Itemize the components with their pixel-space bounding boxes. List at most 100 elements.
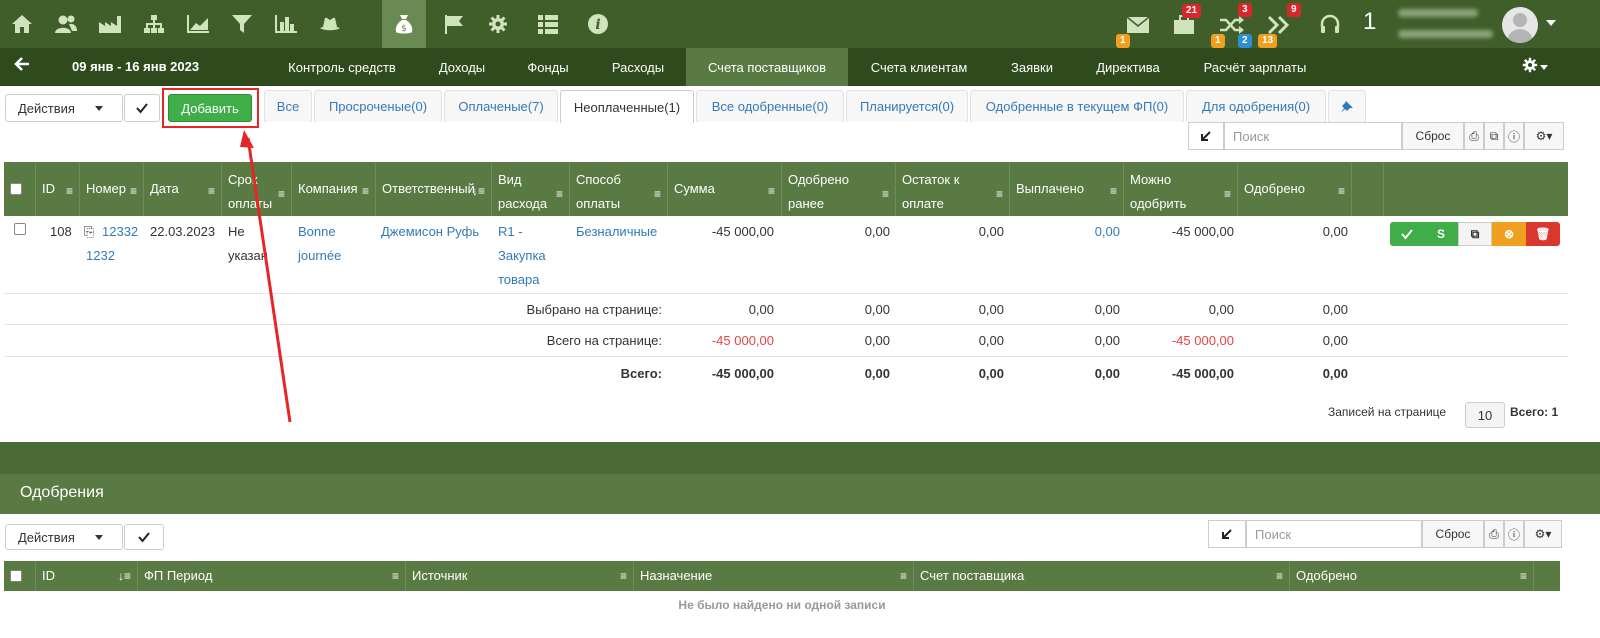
col-paid[interactable]: Выплачено ≡ bbox=[1010, 162, 1124, 216]
approvals-apply-button[interactable] bbox=[124, 524, 164, 550]
appr-col-period[interactable]: ФП Период ≡ bbox=[138, 561, 406, 591]
avatar[interactable] bbox=[1502, 7, 1538, 43]
column-menu-icon[interactable]: ≡ bbox=[1338, 179, 1345, 203]
column-menu-icon[interactable]: ≡ bbox=[996, 182, 1003, 206]
nav-client-bills[interactable]: Счета клиентам bbox=[856, 48, 982, 86]
info-circle-icon[interactable]: ⓘ bbox=[1504, 520, 1524, 548]
trash-icon[interactable]: 🗑 bbox=[1526, 222, 1560, 246]
appr-col-supplier-bill[interactable]: Счет поставщика ≡ bbox=[914, 561, 1290, 591]
row-responsible-link[interactable]: Джемисон Руфь bbox=[381, 220, 479, 244]
approve-button[interactable] bbox=[1390, 222, 1424, 246]
col-approved-before[interactable]: Одобрено ранее ≡ bbox=[782, 162, 896, 216]
row-expense-link-3[interactable]: товара bbox=[498, 268, 540, 292]
reset-button[interactable]: Сброс bbox=[1402, 122, 1464, 150]
print-icon[interactable]: ⎙ bbox=[1484, 520, 1504, 548]
col-payment-method[interactable]: Способ оплаты ≡ bbox=[570, 162, 668, 216]
col-number[interactable]: Номер ≡ bbox=[80, 162, 144, 216]
filter-icon[interactable] bbox=[220, 0, 264, 48]
tab-pin[interactable] bbox=[1328, 90, 1366, 122]
tab-all[interactable]: Все bbox=[264, 90, 312, 122]
search-input[interactable]: Поиск bbox=[1224, 122, 1402, 150]
col-responsible[interactable]: Ответственный ↓≡ bbox=[376, 162, 492, 216]
flag-icon[interactable] bbox=[432, 0, 476, 48]
tab-all-approved[interactable]: Все одобренные(0) bbox=[696, 90, 844, 122]
column-menu-icon[interactable]: ≡ bbox=[130, 179, 137, 203]
column-menu-icon[interactable]: ≡ bbox=[556, 182, 563, 206]
approvals-reset-button[interactable]: Сброс bbox=[1422, 520, 1484, 548]
per-page-select[interactable]: 10 bbox=[1465, 402, 1505, 428]
row-number-link[interactable]: 12332 bbox=[102, 220, 138, 244]
col-approved[interactable]: Одобрено ≡ bbox=[1238, 162, 1352, 216]
column-menu-icon[interactable]: ≡ bbox=[1224, 182, 1231, 206]
copy-row-button[interactable]: ⧉ bbox=[1458, 222, 1492, 246]
appr-col-approved[interactable]: Одобрено ≡ bbox=[1290, 561, 1534, 591]
column-menu-icon[interactable]: ≡ bbox=[882, 182, 889, 206]
column-menu-icon[interactable]: ≡ bbox=[654, 182, 661, 206]
gear-icon[interactable] bbox=[476, 0, 520, 48]
col-expense-type[interactable]: Вид расхода ≡ bbox=[492, 162, 570, 216]
home-icon[interactable] bbox=[0, 0, 44, 48]
column-menu-icon[interactable]: ≡ bbox=[1276, 561, 1283, 591]
actions-dropdown[interactable]: Действия bbox=[5, 94, 123, 122]
sort-icon[interactable]: ↓≡ bbox=[118, 561, 131, 591]
users-icon[interactable] bbox=[44, 0, 88, 48]
nav-requests[interactable]: Заявки bbox=[994, 48, 1070, 86]
cancel-circle-icon[interactable]: ⊗ bbox=[1492, 222, 1526, 246]
tab-approved-current-fp[interactable]: Одобренные в текущем ФП(0) bbox=[970, 90, 1184, 122]
factory-icon[interactable] bbox=[88, 0, 132, 48]
nav-income[interactable]: Доходы bbox=[420, 48, 504, 86]
column-menu-icon[interactable]: ≡ bbox=[768, 179, 775, 203]
collapse-arrow-button[interactable] bbox=[1188, 122, 1224, 150]
settings-gear-icon[interactable] bbox=[1522, 57, 1538, 78]
tab-overdue[interactable]: Просроченые(0) bbox=[314, 90, 442, 122]
column-menu-icon[interactable]: ≡ bbox=[620, 561, 627, 591]
nav-control-funds[interactable]: Контроль средств bbox=[272, 48, 412, 86]
column-menu-icon[interactable]: ≡ bbox=[66, 179, 73, 203]
appr-col-purpose[interactable]: Назначение ≡ bbox=[634, 561, 914, 591]
row-paid-link[interactable]: 0,00 bbox=[1010, 220, 1120, 244]
column-menu-icon[interactable]: ≡ bbox=[208, 179, 215, 203]
list-icon[interactable] bbox=[526, 0, 570, 48]
appr-col-source[interactable]: Источник ≡ bbox=[406, 561, 634, 591]
approvals-collapse-button[interactable] bbox=[1208, 520, 1246, 548]
row-expense-link-2[interactable]: Закупка bbox=[498, 244, 546, 268]
row-expense-link[interactable]: R1 - bbox=[498, 220, 523, 244]
col-date[interactable]: Дата ≡ bbox=[144, 162, 222, 216]
tab-for-approval[interactable]: Для одобрения(0) bbox=[1186, 90, 1326, 122]
checkbox[interactable] bbox=[10, 183, 22, 195]
back-arrow-icon[interactable] bbox=[14, 56, 30, 77]
appr-col-id[interactable]: ID ↓≡ bbox=[36, 561, 138, 591]
col-can-approve[interactable]: Можно одобрить ≡ bbox=[1124, 162, 1238, 216]
column-menu-icon[interactable]: ≡ bbox=[900, 561, 907, 591]
checkbox[interactable] bbox=[10, 570, 22, 582]
print-icon[interactable]: ⎙ bbox=[1464, 122, 1484, 150]
apply-check-button[interactable] bbox=[124, 94, 160, 122]
pay-s-button[interactable]: S bbox=[1424, 222, 1458, 246]
table-settings-icon[interactable]: ⚙▾ bbox=[1524, 122, 1564, 150]
settings-caret-icon[interactable] bbox=[1540, 65, 1548, 70]
tab-unpaid[interactable]: Неоплаченные(1) bbox=[560, 90, 694, 123]
nav-payroll[interactable]: Расчёт зарплаты bbox=[1186, 48, 1324, 86]
nav-directive[interactable]: Директива bbox=[1080, 48, 1176, 86]
copy-icon[interactable]: ⧉ bbox=[1484, 122, 1504, 150]
col-sum[interactable]: Сумма ≡ bbox=[668, 162, 782, 216]
column-menu-icon[interactable]: ≡ bbox=[362, 179, 369, 203]
approvals-search-input[interactable]: Поиск bbox=[1246, 520, 1422, 548]
column-menu-icon[interactable]: ≡ bbox=[392, 561, 399, 591]
money-bag-icon[interactable]: $ bbox=[382, 0, 426, 48]
row-payment-link[interactable]: Безналичные bbox=[576, 220, 657, 244]
nav-supplier-bills[interactable]: Счета поставщиков bbox=[686, 48, 848, 86]
hat-icon[interactable] bbox=[308, 0, 352, 48]
col-remaining[interactable]: Остаток к оплате ≡ bbox=[896, 162, 1010, 216]
sort-icon[interactable]: ↓≡ bbox=[472, 179, 485, 203]
hierarchy-icon[interactable] bbox=[132, 0, 176, 48]
col-id[interactable]: ID ≡ bbox=[36, 162, 80, 216]
nav-funds[interactable]: Фонды bbox=[510, 48, 586, 86]
tab-paid[interactable]: Оплаченые(7) bbox=[444, 90, 558, 122]
area-chart-icon[interactable] bbox=[176, 0, 220, 48]
column-menu-icon[interactable]: ≡ bbox=[1520, 561, 1527, 591]
approvals-select-all[interactable] bbox=[4, 561, 36, 591]
bar-chart-icon[interactable] bbox=[264, 0, 308, 48]
column-menu-icon[interactable]: ≡ bbox=[1110, 179, 1117, 203]
info-circle-icon[interactable]: ⓘ bbox=[1504, 122, 1524, 150]
